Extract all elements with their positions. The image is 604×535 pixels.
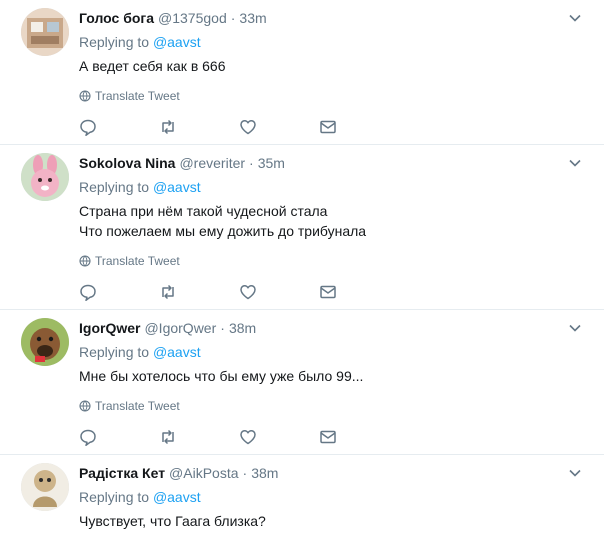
reply-icon — [80, 119, 96, 136]
chevron-down-icon[interactable] — [568, 156, 582, 170]
tweet-text-line: Страна при нём такой чудесной стала — [79, 203, 328, 219]
reply-icon — [80, 429, 96, 446]
replying-prefix: Replying to — [79, 489, 150, 505]
avatar[interactable] — [21, 153, 69, 201]
dm-icon — [320, 120, 336, 134]
tweet[interactable]: Радістка Кет @AikPosta · 38m Replying to… — [0, 455, 604, 535]
timestamp[interactable]: 38m — [251, 465, 278, 481]
reply-button[interactable] — [79, 282, 159, 302]
mention-link[interactable]: @aavst — [153, 489, 201, 505]
avatar[interactable] — [21, 318, 69, 366]
retweet-icon — [162, 284, 174, 300]
avatar[interactable] — [21, 463, 69, 511]
dm-icon — [320, 430, 336, 444]
separator: · — [220, 320, 225, 336]
user-handle[interactable]: @IgorQwer — [144, 320, 216, 336]
dm-icon — [320, 285, 336, 299]
replying-to: Replying to @aavst — [79, 177, 584, 197]
replying-to: Replying to @aavst — [79, 487, 584, 507]
retweet-button[interactable] — [159, 117, 239, 137]
retweet-button[interactable] — [159, 282, 239, 302]
timestamp[interactable]: 38m — [229, 320, 256, 336]
avatar-image — [21, 463, 69, 511]
like-button[interactable] — [239, 117, 319, 137]
user-handle[interactable]: @AikPosta — [169, 465, 238, 481]
user-handle[interactable]: @reveriter — [179, 155, 245, 171]
display-name[interactable]: IgorQwer — [79, 320, 140, 336]
translate-label[interactable]: Translate Tweet — [95, 399, 180, 413]
globe-icon — [79, 400, 91, 412]
tweet-text-line: А ведет себя как в 666 — [79, 58, 226, 74]
separator: · — [242, 465, 248, 481]
mention-link[interactable]: @aavst — [153, 34, 201, 50]
chevron-down-icon[interactable] — [568, 11, 582, 25]
tweet[interactable]: Голос бога @1375god · 33m Replying to @a… — [0, 0, 604, 145]
translate-label[interactable]: Translate Tweet — [95, 89, 180, 103]
globe-icon — [79, 255, 91, 267]
avatar-image — [21, 318, 69, 366]
direct-message-button[interactable] — [319, 282, 399, 302]
tweet-actions — [79, 418, 584, 456]
tweet[interactable]: IgorQwer @IgorQwer · 38m Replying to @aa… — [0, 310, 604, 455]
tweet[interactable]: Sokolova Nina @reveriter · 35m Replying … — [0, 145, 604, 310]
display-name[interactable]: Голос бога — [79, 10, 154, 26]
reply-button[interactable] — [79, 427, 159, 447]
tweet-text: Чувствует, что Гаага близка? — [79, 511, 584, 531]
replies-feed: Голос бога @1375god · 33m Replying to @a… — [0, 0, 604, 535]
avatar[interactable] — [21, 8, 69, 56]
replying-to: Replying to @aavst — [79, 342, 584, 362]
replying-prefix: Replying to — [79, 34, 150, 50]
timestamp[interactable]: 35m — [258, 155, 285, 171]
retweet-icon — [162, 429, 174, 445]
translate-tweet-link[interactable]: Translate Tweet — [79, 398, 584, 414]
mention-link[interactable]: @aavst — [153, 179, 201, 195]
tweet-text: А ведет себя как в 666 — [79, 56, 584, 76]
retweet-icon — [162, 119, 174, 135]
tweet-text-line: Чувствует, что Гаага близка? — [79, 513, 266, 529]
translate-tweet-link[interactable]: Translate Tweet — [79, 88, 584, 104]
timestamp[interactable]: 33m — [239, 10, 266, 26]
tweet-text: Страна при нём такой чудесной стала Что … — [79, 201, 584, 241]
separator: · — [230, 10, 236, 26]
display-name[interactable]: Радістка Кет — [79, 465, 165, 481]
direct-message-button[interactable] — [319, 117, 399, 137]
tweet-actions — [79, 273, 584, 311]
separator: · — [249, 155, 254, 171]
like-icon — [240, 285, 256, 300]
translate-label[interactable]: Translate Tweet — [95, 254, 180, 268]
user-handle[interactable]: @1375god — [158, 10, 227, 26]
tweet-actions — [79, 108, 584, 146]
tweet-text: Мне бы хотелось что бы ему уже было 99..… — [79, 366, 584, 386]
tweet-text-line: Мне бы хотелось что бы ему уже было 99..… — [79, 368, 364, 384]
chevron-down-icon[interactable] — [568, 321, 582, 335]
like-icon — [240, 120, 256, 135]
reply-button[interactable] — [79, 117, 159, 137]
direct-message-button[interactable] — [319, 427, 399, 447]
translate-tweet-link[interactable]: Translate Tweet — [79, 253, 584, 269]
like-icon — [240, 430, 256, 445]
globe-icon — [79, 90, 91, 102]
avatar-image — [21, 153, 69, 201]
replying-prefix: Replying to — [79, 344, 150, 360]
replying-to: Replying to @aavst — [79, 32, 584, 52]
tweet-text-line: Что пожелаем мы ему дожить до трибунала — [79, 223, 367, 239]
chevron-down-icon[interactable] — [568, 466, 582, 480]
like-button[interactable] — [239, 427, 319, 447]
mention-link[interactable]: @aavst — [153, 344, 201, 360]
retweet-button[interactable] — [159, 427, 239, 447]
avatar-image — [21, 8, 69, 56]
display-name[interactable]: Sokolova Nina — [79, 155, 175, 171]
reply-icon — [80, 284, 96, 301]
replying-prefix: Replying to — [79, 179, 150, 195]
like-button[interactable] — [239, 282, 319, 302]
